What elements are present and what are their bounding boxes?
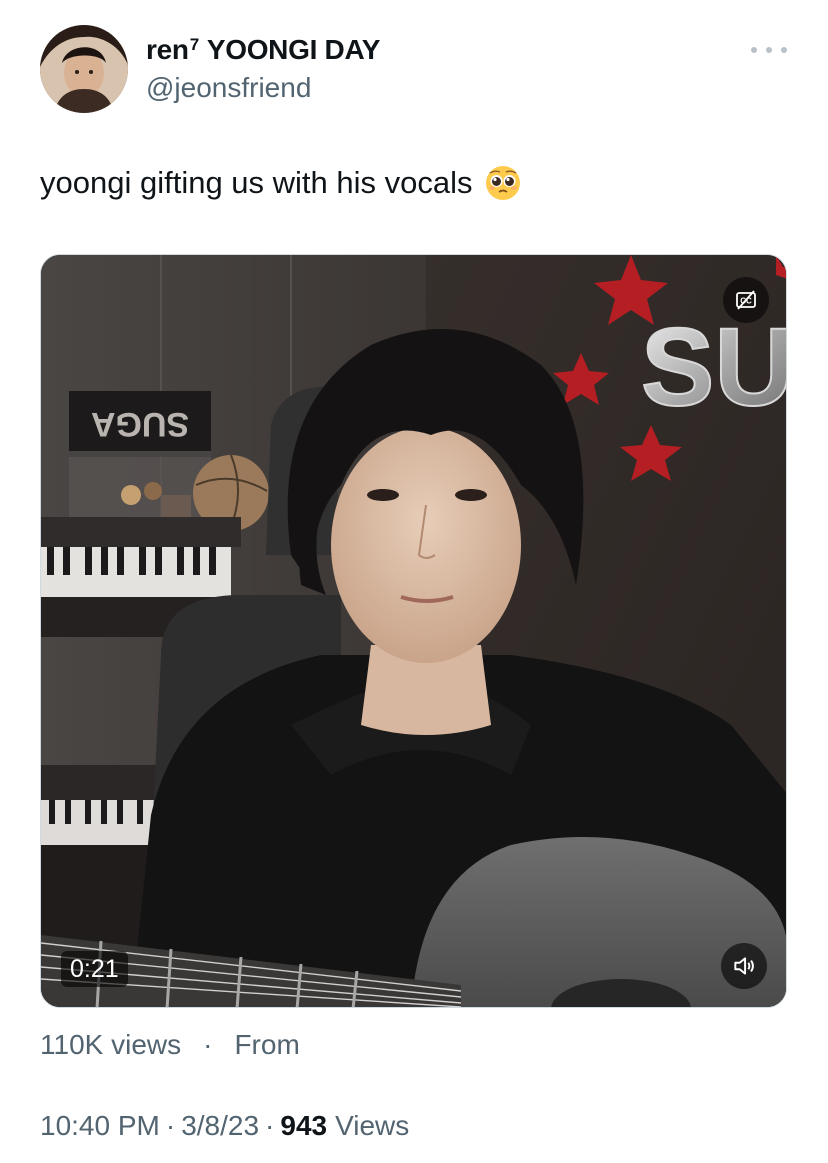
pleading-face-emoji-icon	[485, 165, 521, 201]
captions-off-icon: CC	[736, 290, 756, 310]
avatar[interactable]	[40, 25, 128, 113]
tweet-view-count: 943	[280, 1110, 328, 1141]
tweet-date[interactable]: 3/8/23	[181, 1110, 259, 1141]
from-link[interactable]: From	[234, 1029, 299, 1061]
tweet-meta-row: 10:40 PM · 3/8/23 · 943 Views	[40, 1110, 409, 1142]
more-dot	[751, 47, 757, 53]
stats-separator: ·	[203, 1029, 213, 1060]
meta-separator: ·	[265, 1110, 275, 1141]
display-name-prefix: ren	[146, 34, 189, 65]
suga-sign-text: SUGA	[91, 405, 189, 443]
display-name[interactable]: ren7 YOONGI DAY	[146, 34, 380, 66]
more-options-icon[interactable]	[751, 38, 787, 62]
display-name-superscript: 7	[189, 35, 199, 54]
speaker-icon	[734, 957, 754, 975]
mute-toggle-button[interactable]	[721, 943, 767, 989]
tweet-body: yoongi gifting us with his vocals	[40, 165, 473, 200]
display-name-rest: YOONGI DAY	[206, 34, 381, 65]
user-handle[interactable]: @jeonsfriend	[146, 72, 311, 104]
video-duration-badge: 0:21	[61, 951, 128, 987]
video-player[interactable]: SUGA SU 0:21	[40, 254, 787, 1008]
video-stats-row: 110K views · From	[40, 1029, 300, 1061]
more-dot	[766, 47, 772, 53]
tweet-text: yoongi gifting us with his vocals	[40, 165, 521, 201]
video-views-count: 110K views	[40, 1029, 182, 1060]
meta-separator: ·	[165, 1110, 176, 1141]
tweet-time[interactable]: 10:40 PM	[40, 1110, 160, 1141]
more-dot	[781, 47, 787, 53]
tweet-views-label: Views	[335, 1110, 410, 1141]
balloon-letters: SU	[641, 306, 787, 429]
captions-button[interactable]: CC	[723, 277, 769, 323]
